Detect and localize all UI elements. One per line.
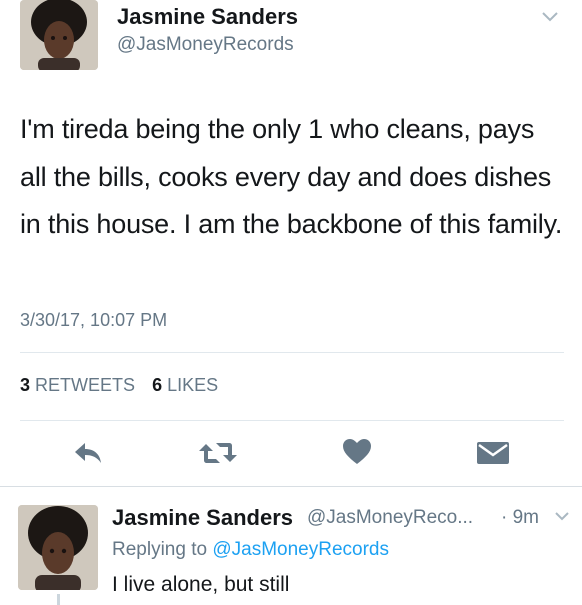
avatar-image: [18, 505, 98, 590]
divider: [0, 486, 582, 487]
tweet-timestamp[interactable]: 3/30/17, 10:07 PM: [20, 310, 167, 331]
chevron-down-icon[interactable]: [540, 10, 560, 24]
like-label[interactable]: LIKES: [167, 375, 218, 395]
reply-text: I live alone, but still: [112, 573, 290, 596]
avatar-image: [20, 0, 98, 70]
heart-icon[interactable]: [342, 438, 372, 466]
reply-author-handle[interactable]: @JasMoneyReco...: [307, 507, 473, 529]
author-name[interactable]: Jasmine Sanders: [117, 4, 298, 30]
divider: [20, 352, 564, 353]
replying-to: Replying to @JasMoneyRecords: [112, 539, 389, 561]
chevron-down-icon[interactable]: [553, 510, 571, 522]
avatar[interactable]: [18, 505, 98, 590]
envelope-icon[interactable]: [476, 440, 510, 466]
avatar[interactable]: [20, 0, 98, 70]
replying-to-link[interactable]: @JasMoneyRecords: [212, 539, 389, 560]
replying-prefix: Replying to: [112, 539, 208, 560]
retweet-count[interactable]: 3: [20, 375, 30, 395]
retweet-label[interactable]: RETWEETS: [35, 375, 135, 395]
author-handle[interactable]: @JasMoneyRecords: [117, 34, 294, 56]
tweet-stats: 3 RETWEETS 6 LIKES: [20, 375, 218, 396]
divider: [20, 420, 564, 421]
tweet-text: I'm tireda being the only 1 who cleans, …: [20, 114, 563, 239]
like-count[interactable]: 6: [152, 375, 162, 395]
thread-line: [57, 594, 60, 605]
reply-arrow-icon[interactable]: [73, 440, 103, 466]
reply-author-name[interactable]: Jasmine Sanders: [112, 505, 293, 531]
retweet-icon[interactable]: [198, 440, 238, 466]
reply-time[interactable]: · 9m: [501, 507, 539, 529]
